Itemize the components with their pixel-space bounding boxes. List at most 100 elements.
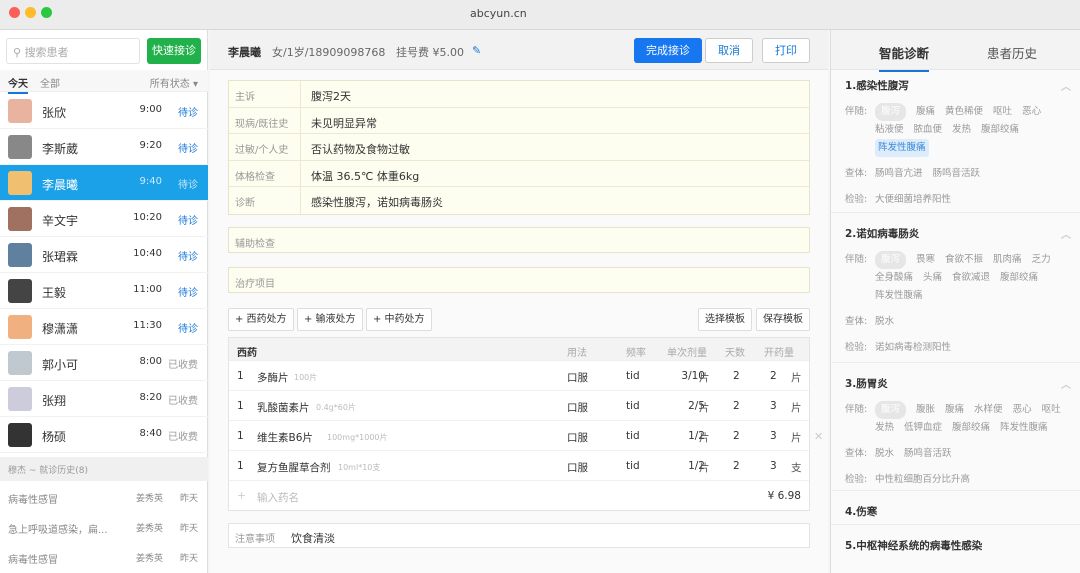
drug-days[interactable]: 2 [733, 400, 740, 412]
delete-row-icon[interactable]: ✕ [814, 430, 823, 443]
test-tag[interactable]: 诺如病毒检测阳性 [875, 339, 951, 357]
drug-quantity[interactable]: 3 [770, 400, 777, 412]
symptom-tag[interactable]: 腹痛 [916, 103, 935, 121]
symptom-tag[interactable]: 畏寒 [916, 251, 935, 269]
drug-row[interactable]: 1 多酶片 100片 口服 tid 3/10 片 2 2 片 [229, 361, 809, 391]
record-row[interactable]: 现病/既往史 未见明显异常 [229, 107, 809, 135]
drug-days[interactable]: 2 [733, 370, 740, 382]
symptom-tag[interactable]: 恶心 [1022, 103, 1041, 121]
history-item[interactable]: 病毒性感冒 姜秀英 昨天 [0, 542, 208, 572]
close-window-button[interactable] [9, 7, 20, 18]
drug-frequency[interactable]: tid [626, 460, 640, 472]
symptom-tag[interactable]: 发热 [952, 121, 971, 139]
symptom-tag-selected[interactable]: 腹泻 [875, 103, 907, 121]
collapse-icon[interactable]: ︿ [1061, 226, 1071, 241]
symptom-tag[interactable]: 全身酸痛 [875, 269, 913, 287]
symptom-tag[interactable]: 肌肉痛 [993, 251, 1022, 269]
quick-consult-button[interactable]: 快速接诊 [147, 38, 201, 64]
drug-frequency[interactable]: tid [626, 430, 640, 442]
drug-row[interactable]: 1 乳酸菌素片 0.4g*60片 口服 tid 2/5 片 2 3 片 [229, 391, 809, 421]
drug-frequency[interactable]: tid [626, 370, 640, 382]
symptom-tag[interactable]: 头痛 [923, 269, 942, 287]
drug-quantity[interactable]: 3 [770, 430, 777, 442]
exam-tag[interactable]: 脱水 [875, 313, 894, 331]
history-item[interactable]: 急上呼吸道感染，扁... 姜秀英 昨天 [0, 512, 208, 542]
exam-tag[interactable]: 脱水 [875, 445, 894, 463]
symptom-tag[interactable]: 恶心 [1013, 401, 1032, 419]
tab-today[interactable]: 今天 [8, 75, 28, 94]
edit-icon[interactable]: ✎ [472, 44, 481, 57]
symptom-tag[interactable]: 食欲不振 [945, 251, 983, 269]
save-template-button[interactable]: 保存模板 [756, 308, 810, 331]
symptom-tag-selected[interactable]: 腹泻 [875, 401, 907, 419]
collapse-icon[interactable]: ︿ [1061, 376, 1071, 391]
tab-smart-diagnosis[interactable]: 智能诊断 [879, 43, 930, 72]
exam-tag[interactable]: 肠鸣音活跃 [933, 165, 981, 183]
symptom-tag[interactable]: 腹部绞痛 [1000, 269, 1038, 287]
drug-usage[interactable]: 口服 [567, 430, 588, 445]
minimize-window-button[interactable] [25, 7, 36, 18]
patient-row[interactable]: 李晨曦 9:40 待诊 [0, 165, 208, 201]
aux-exam-field[interactable]: 辅助检查 [228, 227, 810, 253]
diagnosis-title[interactable]: 3.肠胃炎 [845, 378, 888, 390]
cancel-button[interactable]: 取消 [705, 38, 753, 63]
add-infusion-rx-button[interactable]: + 输液处方 [297, 308, 363, 331]
diagnosis-title[interactable]: 4.伤寒 [845, 506, 877, 518]
history-item[interactable]: 病毒性感冒 姜秀英 昨天 [0, 482, 208, 512]
tab-patient-history[interactable]: 患者历史 [987, 43, 1037, 62]
symptom-tag[interactable]: 脓血便 [914, 121, 943, 139]
symptom-tag[interactable]: 食欲减退 [952, 269, 990, 287]
symptom-tag[interactable]: 粘液便 [875, 121, 904, 139]
exam-tag[interactable]: 肠鸣音活跃 [904, 445, 952, 463]
symptom-tag[interactable]: 腹部绞痛 [952, 419, 990, 437]
record-row[interactable]: 过敏/个人史 否认药物及食物过敏 [229, 134, 809, 161]
patient-row[interactable]: 李斯葳 9:20 待诊 [0, 129, 208, 165]
drug-usage[interactable]: 口服 [567, 370, 588, 385]
symptom-tag[interactable]: 黄色稀便 [945, 103, 983, 121]
collapse-icon[interactable]: ︿ [1061, 78, 1071, 93]
symptom-tag[interactable]: 阵发性腹痛 [875, 139, 929, 157]
test-tag[interactable]: 中性粒细胞百分比升高 [875, 471, 970, 489]
patient-row[interactable]: 穆潇潇 11:30 待诊 [0, 309, 208, 345]
patient-row[interactable]: 张珺霖 10:40 待诊 [0, 237, 208, 273]
symptom-tag[interactable]: 乏力 [1032, 251, 1051, 269]
record-row[interactable]: 体格检查 体温 36.5℃ 体重6kg [229, 160, 809, 188]
patient-row[interactable]: 张欣 9:00 待诊 [0, 93, 208, 129]
record-row[interactable]: 诊断 感染性腹泻，诺如病毒肠炎 [229, 187, 809, 214]
patient-row[interactable]: 郭小可 8:00 已收费 [0, 345, 208, 381]
symptom-tag[interactable]: 阵发性腹痛 [875, 287, 923, 305]
drug-row[interactable]: 1 复方鱼腥草合剂 10ml*10支 口服 tid 1/2 片 2 3 支 [229, 451, 809, 481]
print-button[interactable]: 打印 [762, 38, 810, 63]
symptom-tag[interactable]: 水样便 [974, 401, 1003, 419]
notes-field[interactable]: 注意事项 饮食清淡 [228, 523, 810, 548]
symptom-tag[interactable]: 发热 [875, 419, 894, 437]
add-western-rx-button[interactable]: + 西药处方 [228, 308, 294, 331]
test-tag[interactable]: 大便细菌培养阳性 [875, 191, 951, 209]
drug-usage[interactable]: 口服 [567, 460, 588, 475]
symptom-tag[interactable]: 低钾血症 [904, 419, 942, 437]
patient-search-input[interactable]: ⚲ 搜索患者 [6, 38, 140, 64]
patient-row[interactable]: 杨硕 8:40 已收费 [0, 417, 208, 453]
patient-row[interactable]: 王毅 11:00 待诊 [0, 273, 208, 309]
drug-quantity[interactable]: 2 [770, 370, 777, 382]
drug-quantity[interactable]: 3 [770, 460, 777, 472]
drug-row[interactable]: 1 维生素B6片 100mg*1000片 口服 tid 1/2 片 2 3 片 [229, 421, 809, 451]
symptom-tag[interactable]: 腹胀 [916, 401, 935, 419]
symptom-tag-selected[interactable]: 腹泻 [875, 251, 907, 269]
symptom-tag[interactable]: 阵发性腹痛 [1000, 419, 1048, 437]
symptom-tag[interactable]: 呕吐 [1042, 401, 1061, 419]
symptom-tag[interactable]: 腹部绞痛 [981, 121, 1019, 139]
patient-row[interactable]: 张翔 8:20 已收费 [0, 381, 208, 417]
treatment-field[interactable]: 治疗项目 [228, 267, 810, 293]
tab-all[interactable]: 全部 [40, 75, 60, 90]
symptom-tag[interactable]: 呕吐 [993, 103, 1012, 121]
exam-tag[interactable]: 肠鸣音亢进 [875, 165, 923, 183]
record-row[interactable]: 主诉 腹泻2天 [229, 81, 809, 108]
add-drug-row[interactable]: + 输入药名 ¥ 6.98 [229, 481, 809, 511]
status-filter-dropdown[interactable]: 所有状态 ▾ [150, 75, 198, 90]
diagnosis-title[interactable]: 5.中枢神经系统的病毒性感染 [845, 540, 982, 552]
diagnosis-title[interactable]: 1.感染性腹泻 [845, 80, 909, 92]
patient-row[interactable]: 辛文宇 10:20 待诊 [0, 201, 208, 237]
complete-consult-button[interactable]: 完成接诊 [634, 38, 702, 63]
drug-days[interactable]: 2 [733, 430, 740, 442]
